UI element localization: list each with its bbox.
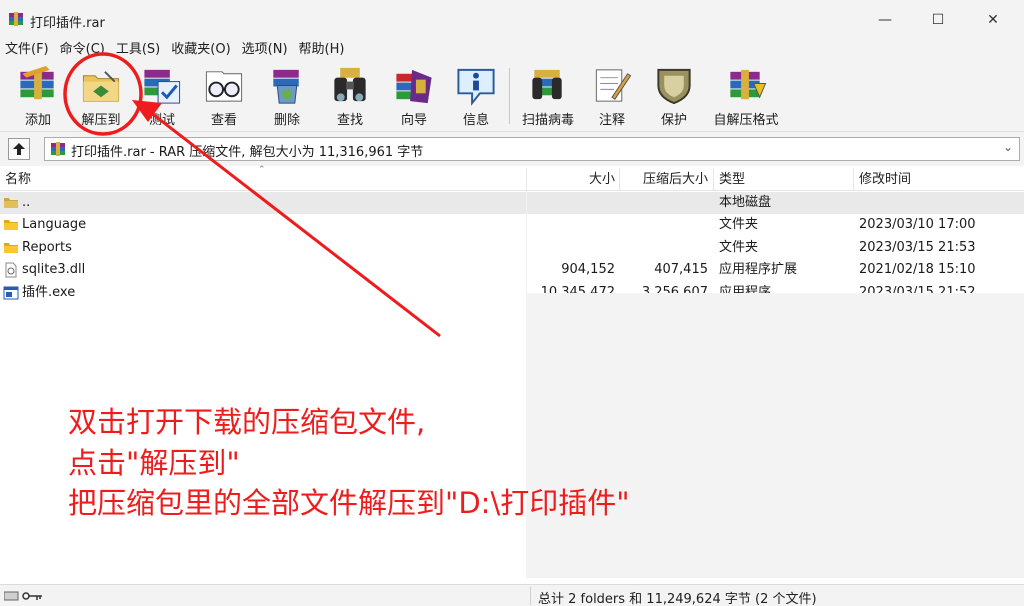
add-archive-icon — [20, 65, 54, 100]
delete-icon — [273, 69, 299, 104]
row-size: 904,152 — [561, 262, 615, 277]
winrar-window: 打印插件.rar — ☐ ✕ 文件(F) 命令(C) 工具(S) 收藏夹(O) … — [0, 0, 1024, 606]
info-icon — [457, 68, 495, 106]
winrar-app-icon — [9, 12, 23, 26]
test-button[interactable]: 测试 — [140, 64, 184, 128]
title-bar: 打印插件.rar — ☐ ✕ — [0, 0, 1024, 40]
status-summary: 总计 2 folders 和 11,249,624 字节 (2 个文件) — [538, 592, 817, 606]
row-name: .. — [22, 195, 31, 210]
scan-virus-label: 扫描病毒 — [521, 113, 574, 128]
view-glasses-icon — [205, 71, 243, 102]
view-label: 查看 — [210, 113, 237, 128]
empty-list-area — [526, 293, 1024, 578]
path-text: 打印插件.rar - RAR 压缩文件, 解包大小为 11,316,961 字节 — [71, 145, 424, 160]
info-label: 信息 — [462, 113, 489, 128]
chevron-down-icon[interactable]: ⌄ — [1003, 140, 1013, 154]
row-type: 文件夹 — [719, 240, 759, 255]
extract-folder-icon — [82, 71, 120, 102]
annotation-line-3: 把压缩包里的全部文件解压到"D:\打印插件" — [68, 486, 630, 520]
row-packed-size: 407,415 — [654, 262, 708, 277]
protect-label: 保护 — [660, 113, 687, 128]
comment-button[interactable]: 注释 — [590, 64, 634, 128]
delete-label: 删除 — [273, 113, 300, 128]
column-size[interactable]: 大小 — [527, 168, 615, 191]
row-modified: 2021/02/18 15:10 — [859, 262, 976, 277]
row-name: Reports — [22, 240, 72, 255]
shield-icon — [657, 68, 691, 105]
add-button[interactable]: 添加 — [14, 64, 62, 128]
toolbar: 添加 解压到 测试 查看 删除 查找 向导 信息 扫描病毒 注释 保护 自解压格… — [0, 60, 1024, 132]
column-packed-size[interactable]: 压缩后大小 — [620, 168, 708, 191]
table-row[interactable]: Language 文件夹 2023/03/10 17:00 — [0, 214, 1024, 236]
scan-virus-button[interactable]: 扫描病毒 — [518, 64, 578, 128]
up-arrow-icon — [13, 143, 25, 155]
scan-virus-icon — [532, 69, 562, 100]
menu-commands[interactable]: 命令(C) — [55, 40, 111, 60]
row-type: 应用程序扩展 — [719, 262, 798, 277]
list-header: ⌃ 名称 大小 压缩后大小 类型 修改时间 — [0, 165, 1024, 191]
table-row[interactable]: sqlite3.dll 904,152 407,415 应用程序扩展 2021/… — [0, 259, 1024, 281]
sfx-label: 自解压格式 — [713, 113, 779, 128]
folder-icon — [4, 243, 18, 253]
column-modified[interactable]: 修改时间 — [859, 168, 1019, 191]
menu-options[interactable]: 选项(N) — [237, 40, 294, 60]
drive-key-icon — [4, 591, 42, 601]
row-name: 插件.exe — [22, 285, 76, 300]
dll-file-icon — [5, 262, 17, 278]
toolbar-separator — [509, 68, 510, 124]
column-name[interactable]: 名称 — [5, 168, 505, 191]
wizard-label: 向导 — [400, 113, 427, 128]
status-bar: 总计 2 folders 和 11,249,624 字节 (2 个文件) — [0, 584, 1024, 606]
menu-help[interactable]: 帮助(H) — [294, 40, 351, 60]
wizard-button[interactable]: 向导 — [392, 64, 436, 128]
row-type: 文件夹 — [719, 217, 759, 232]
find-button[interactable]: 查找 — [328, 64, 372, 128]
exe-file-icon — [3, 286, 19, 300]
maximize-button[interactable]: ☐ — [915, 0, 961, 40]
menu-favorites[interactable]: 收藏夹(O) — [166, 40, 236, 60]
folder-icon — [4, 220, 18, 230]
column-type[interactable]: 类型 — [719, 168, 849, 191]
sfx-button[interactable]: 自解压格式 — [710, 64, 782, 128]
extract-to-label: 解压到 — [81, 113, 121, 128]
info-button[interactable]: 信息 — [454, 64, 498, 128]
column-divider[interactable] — [713, 168, 714, 191]
row-modified: 2023/03/15 21:53 — [859, 240, 976, 255]
up-folder-button[interactable] — [8, 138, 30, 160]
folder-up-icon — [4, 198, 18, 208]
menu-bar: 文件(F) 命令(C) 工具(S) 收藏夹(O) 选项(N) 帮助(H) — [0, 40, 1024, 60]
table-row[interactable]: .. 本地磁盘 — [0, 192, 1024, 214]
address-bar: 打印插件.rar - RAR 压缩文件, 解包大小为 11,316,961 字节… — [0, 132, 1024, 166]
rar-archive-icon — [51, 142, 65, 156]
delete-button[interactable]: 删除 — [265, 64, 309, 128]
sfx-archive-icon — [730, 69, 767, 100]
test-archive-icon — [144, 69, 181, 104]
annotation-line-2: 点击"解压到" — [68, 446, 240, 480]
protect-button[interactable]: 保护 — [652, 64, 696, 128]
window-title: 打印插件.rar — [30, 16, 105, 31]
find-label: 查找 — [336, 113, 363, 128]
comment-notepad-icon — [595, 69, 632, 102]
menu-tools[interactable]: 工具(S) — [111, 40, 166, 60]
column-divider[interactable] — [853, 168, 854, 191]
add-label: 添加 — [24, 113, 51, 128]
view-button[interactable]: 查看 — [202, 64, 246, 128]
row-name: Language — [22, 217, 87, 232]
row-type: 本地磁盘 — [719, 195, 772, 210]
row-modified: 2023/03/10 17:00 — [859, 217, 976, 232]
row-name: sqlite3.dll — [22, 262, 86, 277]
wizard-icon — [396, 69, 432, 104]
table-row[interactable]: Reports 文件夹 2023/03/15 21:53 — [0, 237, 1024, 259]
status-separator — [530, 587, 531, 605]
comment-label: 注释 — [598, 113, 625, 128]
annotation-line-1: 双击打开下载的压缩包文件, — [68, 405, 426, 439]
test-label: 测试 — [148, 113, 175, 128]
binoculars-icon — [334, 67, 366, 102]
minimize-button[interactable]: — — [862, 0, 908, 40]
extract-to-button[interactable]: 解压到 — [74, 64, 128, 128]
menu-file[interactable]: 文件(F) — [0, 40, 55, 60]
close-button[interactable]: ✕ — [970, 0, 1016, 40]
path-dropdown[interactable]: 打印插件.rar - RAR 压缩文件, 解包大小为 11,316,961 字节… — [44, 137, 1020, 161]
